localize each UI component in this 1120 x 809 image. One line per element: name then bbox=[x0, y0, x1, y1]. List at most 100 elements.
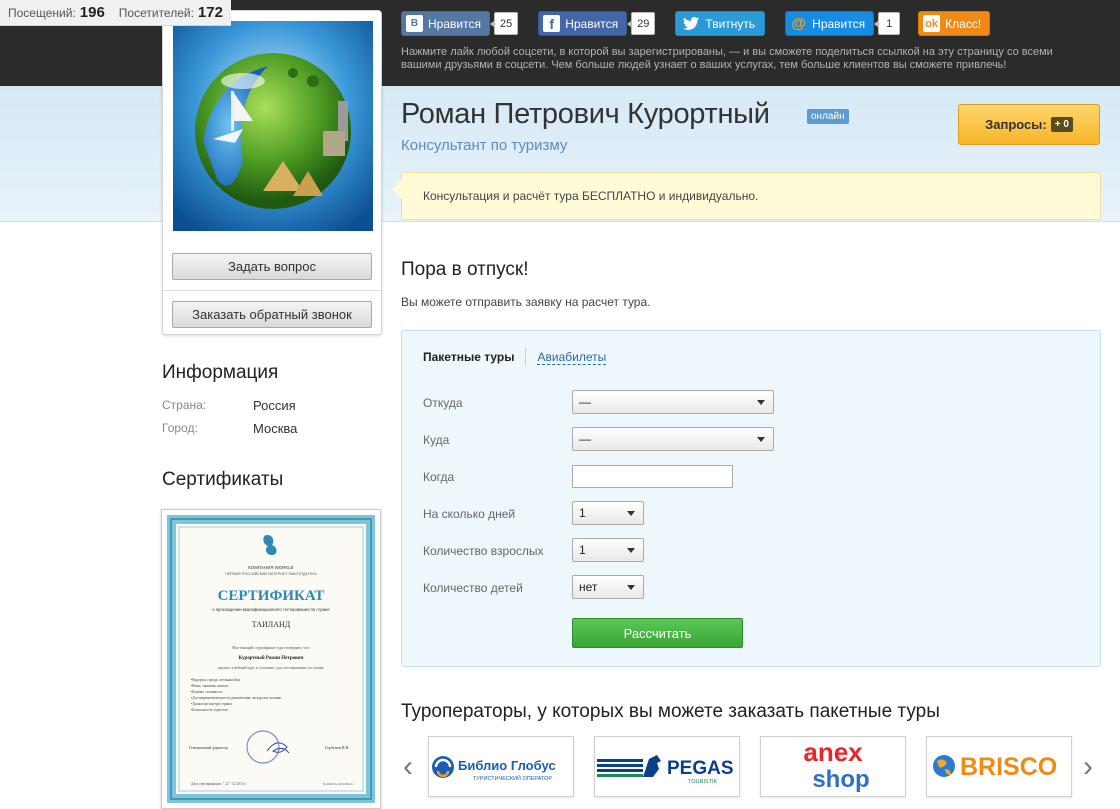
mailru-at-icon: @ bbox=[791, 15, 806, 32]
info-city-row: Город: Москва bbox=[162, 421, 297, 436]
requests-label: Запросы: bbox=[985, 117, 1047, 132]
operators-heading: Туроператоры, у которых вы можете заказа… bbox=[401, 701, 940, 722]
to-select[interactable]: — bbox=[572, 427, 774, 451]
kids-select[interactable]: нет bbox=[572, 575, 644, 599]
cert-topic: •Транспорт внутри страны bbox=[191, 702, 232, 706]
operator-sub: shop bbox=[812, 766, 869, 793]
adults-select[interactable]: 1 bbox=[572, 538, 644, 562]
vk-like-count: 25 bbox=[489, 12, 519, 35]
carousel-prev-arrow-icon[interactable]: ‹ bbox=[403, 752, 413, 782]
facebook-like-label: Нравится bbox=[565, 16, 619, 31]
facebook-icon: f bbox=[543, 15, 561, 32]
cert-country: ТАИЛАНД bbox=[252, 620, 291, 629]
from-select-value: — bbox=[579, 395, 591, 409]
social-buttons: B Нравится 25 f Нравится 29 Твитнуть @ Н… bbox=[401, 11, 991, 36]
online-status-badge: онлайн bbox=[807, 109, 849, 124]
twitter-tweet-button[interactable]: Твитнуть bbox=[675, 11, 766, 36]
visit-counters: Посещений: 196 Посетителей: 172 bbox=[0, 0, 231, 26]
from-select[interactable]: — bbox=[572, 390, 774, 414]
cert-number: № КМ-ТА-3251080-0.1 bbox=[323, 782, 355, 786]
tab-package-tours[interactable]: Пакетные туры bbox=[423, 350, 514, 364]
profile-name: Роман Петрович Курортный bbox=[401, 98, 770, 130]
cert-sign-role: Генеральный директор bbox=[189, 745, 228, 750]
operator-name: BRISCO bbox=[960, 753, 1057, 781]
odnoklassniki-class-label: Класс! bbox=[945, 16, 982, 31]
operator-brisco[interactable]: BRISCO bbox=[926, 736, 1072, 797]
when-label: Когда bbox=[423, 470, 455, 484]
carousel-next-arrow-icon[interactable]: › bbox=[1083, 752, 1093, 782]
certificates-heading: Сертификаты bbox=[162, 469, 284, 490]
cert-title: СЕРТИФИКАТ bbox=[218, 588, 325, 604]
twitter-tweet-label: Твитнуть bbox=[705, 16, 756, 31]
visits-count: 196 bbox=[79, 4, 105, 21]
odnoklassniki-icon: ok bbox=[923, 15, 941, 32]
operator-biblio-globus[interactable]: Библио Глобус ТУРИСТИЧЕСКИЙ ОПЕРАТОР bbox=[428, 736, 574, 797]
chevron-down-icon bbox=[627, 511, 635, 516]
cert-company-sub: ПЕРВЫЙ РОССИЙСКИЙ ИНТЕРНЕТ-РАБОТОДАТЕЛЬ bbox=[225, 572, 317, 576]
adults-label: Количество взрослых bbox=[423, 544, 544, 558]
ask-question-button[interactable]: Задать вопрос bbox=[172, 253, 372, 280]
notice-text: Консультация и расчёт тура БЕСПЛАТНО и и… bbox=[423, 189, 759, 203]
cert-company: КОМПАНИЯ WORKLE bbox=[248, 565, 293, 570]
cert-date: Дата сертификации: " 22 " 12 2013 г. bbox=[191, 782, 247, 786]
profile-photo-card: Задать вопрос Заказать обратный звонок bbox=[162, 10, 382, 335]
operator-anex-shop[interactable]: anex shop bbox=[760, 736, 906, 797]
to-label: Куда bbox=[423, 433, 450, 447]
vk-like-label: Нравится bbox=[428, 16, 481, 31]
vacation-subtext: Вы можете отправить заявку на расчет тур… bbox=[401, 295, 651, 309]
country-value: Россия bbox=[253, 398, 296, 413]
operator-name: Библио Глобус bbox=[458, 758, 556, 773]
country-label: Страна: bbox=[162, 398, 207, 412]
when-date-input[interactable] bbox=[572, 465, 733, 488]
visitors-count: 172 bbox=[197, 4, 223, 21]
mailru-like-button[interactable]: @ Нравится bbox=[785, 11, 875, 36]
operator-name: anex bbox=[803, 739, 863, 767]
operator-sub: TOURISTIK bbox=[688, 779, 718, 785]
facebook-like-button[interactable]: f Нравится bbox=[538, 11, 628, 36]
tab-separator bbox=[525, 348, 527, 366]
adults-select-value: 1 bbox=[579, 543, 586, 557]
city-value: Москва bbox=[253, 421, 298, 436]
tour-request-form: Пакетные туры Авиабилеты Откуда — Куда —… bbox=[401, 330, 1101, 667]
chevron-down-icon bbox=[627, 548, 635, 553]
operator-sub: ТУРИСТИЧЕСКИЙ ОПЕРАТОР bbox=[473, 774, 552, 782]
from-label: Откуда bbox=[423, 396, 463, 410]
visits-label: Посещений: bbox=[8, 5, 76, 20]
mailru-like-label: Нравится bbox=[812, 16, 866, 31]
cert-line2: прошел учебный курс и успешно сдал тести… bbox=[218, 665, 325, 670]
cert-topic: •Безопасность туристов bbox=[191, 708, 228, 712]
mailru-like-count: 1 bbox=[874, 12, 901, 35]
free-consultation-notice: Консультация и расчёт тура БЕСПЛАТНО и и… bbox=[392, 172, 1101, 220]
profile-photo[interactable] bbox=[173, 21, 373, 231]
odnoklassniki-class-button[interactable]: ok Класс! bbox=[918, 11, 991, 36]
social-share-note: Нажмите лайк любой соцсети, в которой вы… bbox=[401, 46, 1053, 71]
profile-role: Консультант по туризму bbox=[401, 137, 568, 154]
vk-icon: B bbox=[406, 15, 423, 32]
calculate-button[interactable]: Рассчитать bbox=[572, 618, 743, 648]
chevron-down-icon bbox=[627, 585, 635, 590]
requests-button[interactable]: Запросы: + 0 bbox=[958, 104, 1100, 145]
certificate-thumbnail[interactable]: КОМПАНИЯ WORKLE ПЕРВЫЙ РОССИЙСКИЙ ИНТЕРН… bbox=[161, 509, 381, 809]
days-select[interactable]: 1 bbox=[572, 501, 644, 525]
form-tabs: Пакетные туры Авиабилеты bbox=[423, 348, 607, 366]
pegas-stripes-icon bbox=[597, 759, 643, 777]
vacation-heading: Пора в отпуск! bbox=[401, 259, 529, 280]
days-label: На сколько дней bbox=[423, 507, 516, 521]
kids-select-value: нет bbox=[579, 580, 598, 594]
operator-pegas[interactable]: PEGAS TOURISTIK bbox=[594, 736, 740, 797]
order-callback-button[interactable]: Заказать обратный звонок bbox=[172, 301, 372, 328]
visitors-label: Посетителей: bbox=[118, 5, 194, 20]
chevron-down-icon bbox=[757, 400, 765, 405]
cert-holder: Курортный Роман Петрович bbox=[239, 656, 304, 661]
chevron-down-icon bbox=[757, 437, 765, 442]
kids-label: Количество детей bbox=[423, 581, 523, 595]
pegas-horse-icon bbox=[643, 755, 661, 777]
vk-like-button[interactable]: B Нравится bbox=[401, 11, 490, 36]
days-select-value: 1 bbox=[579, 506, 586, 520]
to-select-value: — bbox=[579, 432, 591, 446]
facebook-like-count: 29 bbox=[627, 12, 656, 35]
info-country-row: Страна: Россия bbox=[162, 398, 296, 413]
info-heading: Информация bbox=[162, 362, 279, 383]
tab-flights[interactable]: Авиабилеты bbox=[537, 350, 607, 365]
cert-sign-name: Горбунов В.Н. bbox=[325, 745, 349, 750]
